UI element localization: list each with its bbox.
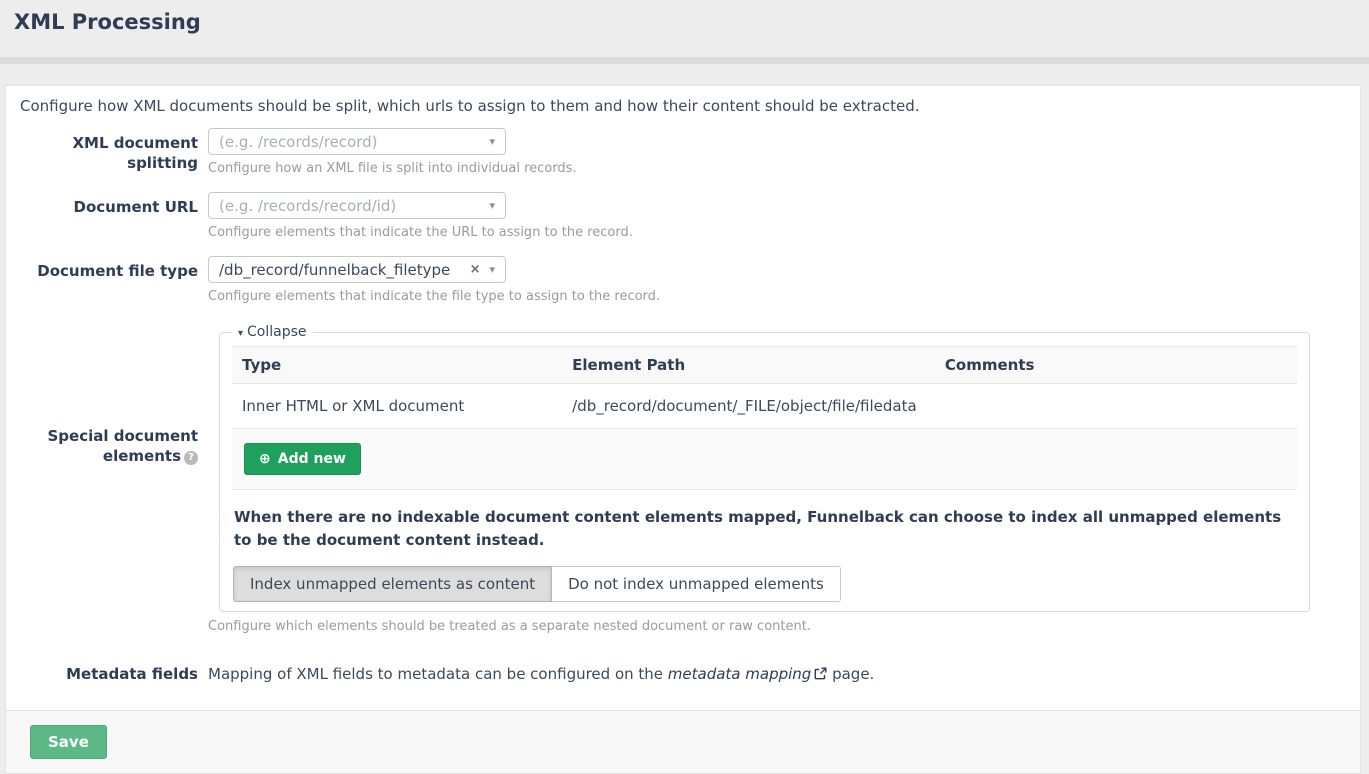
index-unmapped-button[interactable]: Index unmapped elements as content — [233, 566, 552, 602]
add-new-label: Add new — [278, 451, 346, 467]
xml-document-splitting-select[interactable]: (e.g. /records/record) ▾ — [208, 128, 506, 155]
xml-processing-panel: Configure how XML documents should be sp… — [5, 85, 1361, 774]
row-xml-document-splitting: XML document splitting (e.g. /records/re… — [16, 128, 1346, 192]
external-link-icon — [814, 667, 827, 680]
page-divider — [0, 57, 1369, 64]
table-header-row: Type Element Path Comments — [232, 347, 1297, 384]
chevron-down-icon: ▾ — [489, 263, 495, 276]
document-file-type-select[interactable]: /db_record/funnelback_filetype × ▾ — [208, 256, 506, 283]
document-url-placeholder: (e.g. /records/record/id) — [219, 197, 396, 215]
collapse-toggle[interactable]: ▾ Collapse — [232, 324, 313, 340]
chevron-down-icon: ▾ — [489, 135, 495, 148]
document-file-type-label: Document file type — [16, 256, 208, 320]
cell-comments — [935, 384, 1297, 429]
special-document-elements-help: Configure which elements should be treat… — [208, 619, 1346, 634]
intro-text: Configure how XML documents should be sp… — [20, 97, 1346, 115]
panel-body: Configure how XML documents should be sp… — [6, 86, 1360, 710]
metadata-text-after: page. — [827, 665, 874, 683]
document-file-type-value: /db_record/funnelback_filetype — [219, 261, 450, 279]
row-document-url: Document URL (e.g. /records/record/id) ▾… — [16, 192, 1346, 256]
page-title: XML Processing — [14, 6, 1355, 38]
metadata-mapping-link[interactable]: metadata mapping — [668, 665, 828, 683]
page-header: XML Processing — [0, 0, 1369, 38]
clear-icon[interactable]: × — [470, 262, 481, 277]
xml-document-splitting-help: Configure how an XML file is split into … — [208, 161, 1346, 176]
add-new-button[interactable]: ⊕ Add new — [244, 443, 361, 475]
special-elements-table: Type Element Path Comments Inner HTML or… — [232, 346, 1297, 429]
xml-document-splitting-label: XML document splitting — [16, 128, 208, 192]
cell-element-path: /db_record/document/_FILE/object/file/fi… — [562, 384, 935, 429]
special-document-elements-label: Special document elements — [48, 427, 199, 465]
row-metadata-fields: Metadata fields Mapping of XML fields to… — [16, 662, 1346, 684]
document-file-type-help: Configure elements that indicate the fil… — [208, 289, 1346, 304]
document-url-select[interactable]: (e.g. /records/record/id) ▾ — [208, 192, 506, 219]
metadata-fields-text: Mapping of XML fields to metadata can be… — [208, 662, 1346, 683]
chevron-down-icon: ▾ — [489, 199, 495, 212]
unmapped-elements-toggle-group: Index unmapped elements as content Do no… — [233, 566, 841, 602]
xml-document-splitting-placeholder: (e.g. /records/record) — [219, 133, 378, 151]
document-url-help: Configure elements that indicate the URL… — [208, 225, 1346, 240]
row-special-document-elements: Special document elements? ▾ Collapse Typ… — [16, 320, 1346, 650]
add-new-row: ⊕ Add new — [232, 429, 1297, 490]
column-header-comments: Comments — [935, 347, 1297, 384]
special-elements-fieldset: ▾Collapse Type Element Path Comments Inn — [219, 324, 1310, 612]
column-header-type: Type — [232, 347, 562, 384]
metadata-fields-label: Metadata fields — [16, 662, 208, 684]
row-document-file-type: Document file type /db_record/funnelback… — [16, 256, 1346, 320]
column-header-element-path: Element Path — [562, 347, 935, 384]
question-help-icon[interactable]: ? — [184, 451, 198, 465]
collapse-label: Collapse — [247, 324, 307, 340]
document-url-label: Document URL — [16, 192, 208, 256]
do-not-index-unmapped-button[interactable]: Do not index unmapped elements — [551, 566, 841, 602]
table-row[interactable]: Inner HTML or XML document /db_record/do… — [232, 384, 1297, 429]
cell-type: Inner HTML or XML document — [232, 384, 562, 429]
header-gap — [0, 38, 1369, 57]
unmapped-elements-note: When there are no indexable document con… — [234, 506, 1297, 553]
panel-footer: Save — [6, 710, 1360, 773]
metadata-text-before: Mapping of XML fields to metadata can be… — [208, 665, 668, 683]
plus-circle-icon: ⊕ — [259, 452, 271, 466]
caret-down-icon: ▾ — [238, 328, 243, 339]
